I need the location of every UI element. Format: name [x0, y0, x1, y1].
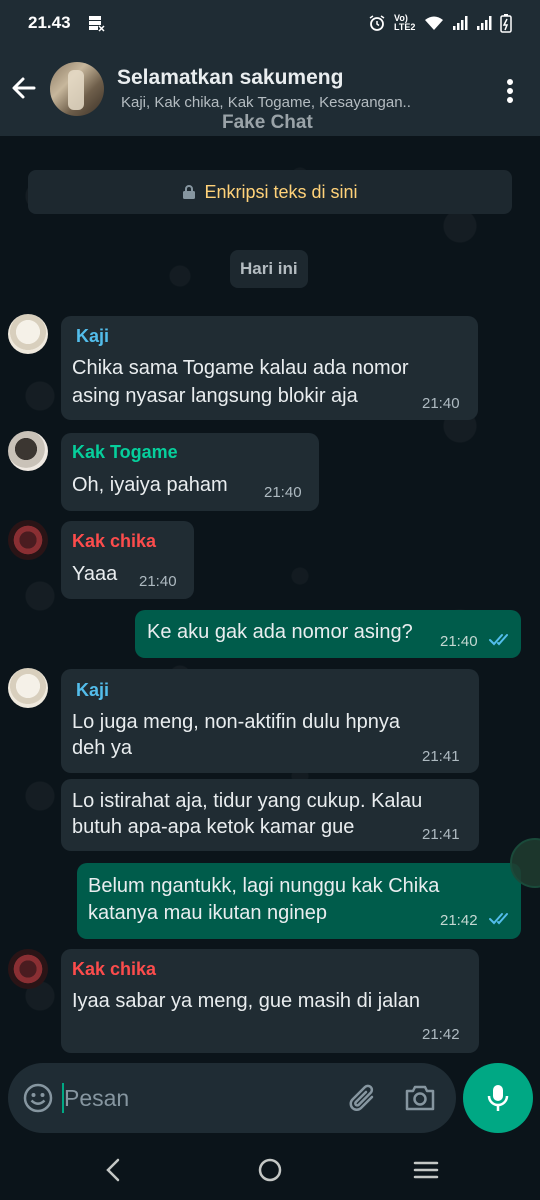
- message-time: 21:42: [422, 1026, 460, 1043]
- message-time: 21:41: [422, 826, 460, 843]
- message-time: 21:40: [264, 484, 302, 501]
- status-bar: 21.43 Vo) LTE2: [0, 0, 540, 46]
- message-text: Oh, iyaiya paham: [72, 474, 228, 496]
- message-text: Chika sama Togame kalau ada nomor: [72, 357, 409, 379]
- encryption-text: Enkripsi teks di sini: [204, 181, 358, 202]
- avatar[interactable]: [8, 431, 48, 471]
- signal-1-icon: [453, 16, 468, 30]
- three-dots-vertical-icon[interactable]: [498, 76, 522, 106]
- emoji-icon[interactable]: [22, 1082, 54, 1114]
- status-time: 21.43: [28, 13, 71, 32]
- message-input[interactable]: [64, 1083, 334, 1113]
- group-members[interactable]: Kaji, Kak chika, Kak Togame, Kesayangan.…: [121, 94, 411, 111]
- double-check-icon: [489, 634, 508, 646]
- message-time: 21:42: [440, 912, 478, 929]
- lock-icon: [183, 185, 196, 199]
- group-title[interactable]: Selamatkan sakumeng: [117, 66, 343, 90]
- sender-name[interactable]: Kaji: [76, 680, 109, 701]
- avatar[interactable]: [8, 314, 48, 354]
- nav-back-icon[interactable]: [98, 1154, 130, 1186]
- message-text: katanya mau ikutan nginep: [88, 902, 328, 924]
- camera-icon[interactable]: [402, 1080, 438, 1116]
- message-time: 21:40: [440, 633, 478, 650]
- paperclip-icon[interactable]: [346, 1080, 382, 1116]
- message-time: 21:40: [139, 573, 177, 590]
- watermark-label: Fake Chat: [222, 112, 313, 133]
- volte-icon: Vo) LTE2: [394, 13, 416, 32]
- avatar[interactable]: [8, 949, 48, 989]
- date-chip: Hari ini: [230, 250, 308, 288]
- encryption-banner[interactable]: Enkripsi teks di sini: [28, 170, 512, 214]
- double-check-icon: [489, 913, 508, 925]
- microphone-button[interactable]: [463, 1063, 533, 1133]
- battery-icon: [500, 14, 512, 33]
- wifi-icon: [425, 16, 443, 30]
- arrow-left-icon[interactable]: [8, 72, 40, 104]
- sender-name[interactable]: Kak Togame: [72, 442, 178, 463]
- avatar[interactable]: [8, 520, 48, 560]
- message-text: Yaaa: [72, 563, 118, 585]
- message-text: asing nyasar langsung blokir aja: [72, 385, 358, 407]
- message-text: deh ya: [72, 737, 133, 759]
- system-nav-bar: [0, 1140, 540, 1200]
- signal-2-icon: [477, 16, 492, 30]
- chat-header: Selamatkan sakumeng Kaji, Kak chika, Kak…: [0, 46, 540, 136]
- message-time: 21:40: [422, 395, 460, 412]
- status-left: 21.43: [28, 13, 105, 33]
- message-text: Belum ngantukk, lagi nunggu kak Chika: [88, 875, 440, 897]
- group-avatar[interactable]: [50, 62, 104, 116]
- message-text: Iyaa sabar ya meng, gue masih di jalan: [72, 990, 420, 1012]
- message-time: 21:41: [422, 748, 460, 765]
- avatar[interactable]: [8, 668, 48, 708]
- alarm-icon: [369, 15, 385, 31]
- status-right: Vo) LTE2: [368, 13, 512, 33]
- sender-name[interactable]: Kaji: [76, 326, 109, 347]
- nav-home-icon[interactable]: [254, 1154, 286, 1186]
- nav-recents-icon[interactable]: [410, 1154, 442, 1186]
- sender-name[interactable]: Kak chika: [72, 531, 156, 552]
- microphone-icon: [487, 1085, 509, 1111]
- message-text: butuh apa-apa ketok kamar gue: [72, 816, 355, 838]
- message-text: Lo istirahat aja, tidur yang cukup. Kala…: [72, 790, 423, 812]
- message-text: Lo juga meng, non-aktifin dulu hpnya: [72, 711, 401, 733]
- sender-name[interactable]: Kak chika: [72, 959, 156, 980]
- storage-icon: [88, 16, 105, 32]
- message-text: Ke aku gak ada nomor asing?: [147, 621, 413, 643]
